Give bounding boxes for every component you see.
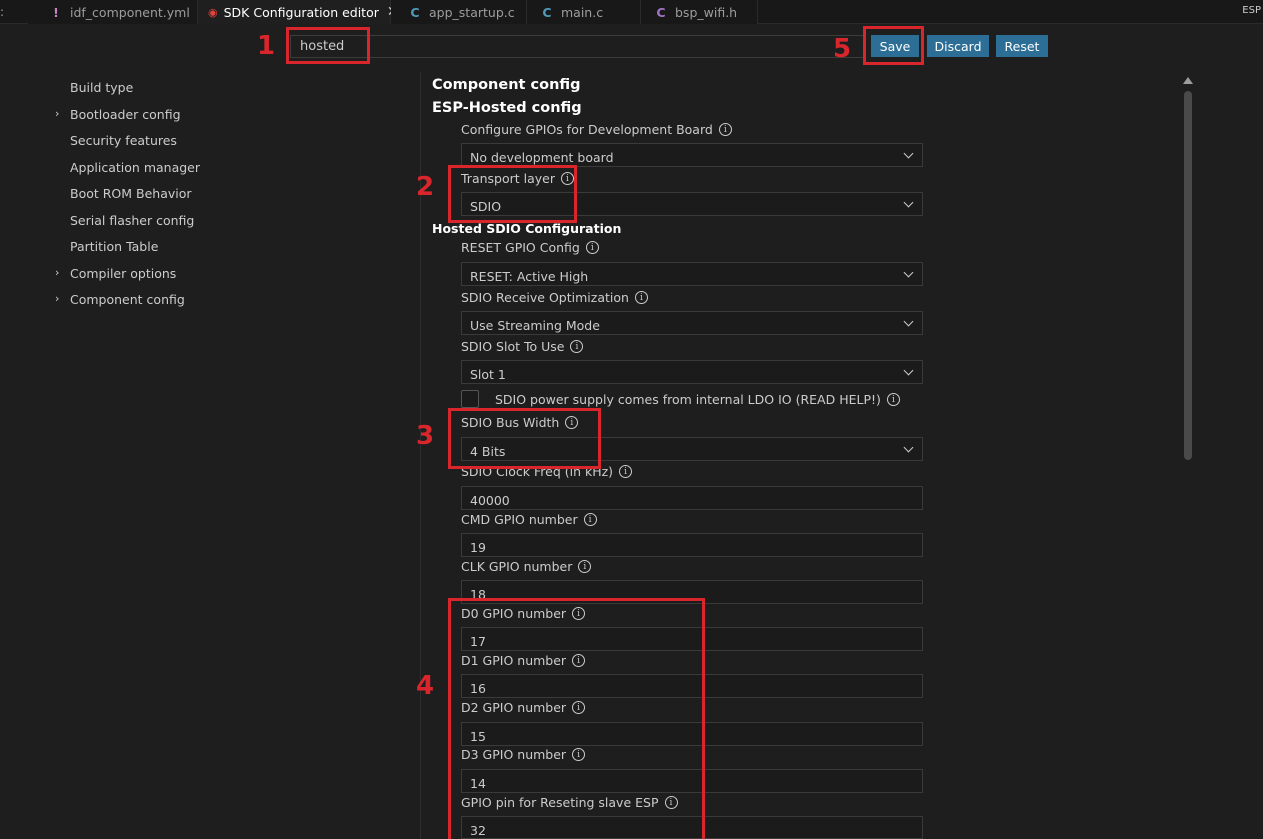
- tab-overflow-fragment: :: [0, 5, 5, 19]
- scrollbar-thumb[interactable]: [1184, 91, 1192, 460]
- subsection-heading: ESP-Hosted config: [432, 100, 582, 116]
- ldo-power-checkbox[interactable]: [461, 390, 479, 408]
- chevron-down-icon: [903, 197, 914, 208]
- select-value: Slot 1: [470, 367, 506, 382]
- sidebar-item-build-type[interactable]: Build type: [70, 80, 133, 95]
- clock-freq-input[interactable]: 40000: [461, 486, 923, 510]
- label-text: RESET GPIO Config: [461, 240, 580, 255]
- discard-button[interactable]: Discard: [927, 35, 989, 57]
- section-heading: Component config: [432, 77, 581, 93]
- info-icon[interactable]: i: [718, 123, 732, 136]
- label-text: CMD GPIO number: [461, 512, 578, 527]
- info-icon[interactable]: i: [619, 465, 633, 478]
- info-icon[interactable]: i: [634, 291, 648, 304]
- annotation-box-4: [448, 598, 705, 839]
- annotation-number-2: 2: [416, 172, 435, 202]
- annotation-box-3: [448, 408, 601, 469]
- tab-app-startup-c[interactable]: C app_startup.c: [391, 0, 527, 24]
- chevron-down-icon: [903, 267, 914, 278]
- sidebar-item-serial-flasher-config[interactable]: Serial flasher config: [70, 213, 194, 228]
- info-icon[interactable]: i: [570, 340, 584, 353]
- annotation-number-4: 4: [416, 671, 435, 701]
- tab-main-c[interactable]: C main.c: [527, 0, 641, 24]
- chevron-down-icon: [903, 148, 914, 159]
- c-file-icon: C: [410, 4, 420, 20]
- annotation-number-1: 1: [257, 31, 276, 61]
- tab-bsp-wifi-h[interactable]: C bsp_wifi.h: [641, 0, 758, 24]
- label-text: SDIO Receive Optimization: [461, 290, 629, 305]
- tab-label: SDK Configuration editor: [223, 4, 379, 20]
- annotation-box-5: [863, 26, 924, 65]
- search-input[interactable]: [290, 35, 864, 58]
- sidebar-item-security-features[interactable]: Security features: [70, 133, 177, 148]
- espressif-icon: ◉: [208, 5, 218, 19]
- sidebar-item-application-manager[interactable]: Application manager: [70, 160, 200, 175]
- editor-tab-bar: : ! idf_component.yml ◉ SDK Configuratio…: [0, 0, 1263, 24]
- chevron-down-icon: [903, 442, 914, 453]
- chevron-down-icon: [903, 365, 914, 376]
- sidebar-item-bootloader-config[interactable]: Bootloader config: [70, 107, 181, 122]
- label-text: Configure GPIOs for Development Board: [461, 122, 713, 137]
- annotation-box-1: [286, 27, 370, 64]
- scroll-up-arrow-icon[interactable]: [1183, 77, 1193, 84]
- setting-label-rx-opt: SDIO Receive Optimization i: [461, 290, 648, 305]
- tab-sdk-configuration-editor[interactable]: ◉ SDK Configuration editor ✕: [198, 0, 399, 24]
- annotation-number-5: 5: [833, 34, 852, 64]
- label-text: SDIO power supply comes from internal LD…: [495, 392, 881, 407]
- info-icon[interactable]: i: [583, 513, 597, 526]
- sidebar-item-partition-table[interactable]: Partition Table: [70, 239, 158, 254]
- sidebar-item-boot-rom-behavior[interactable]: Boot ROM Behavior: [70, 186, 192, 201]
- sidebar-item-component-config[interactable]: Component config: [70, 292, 185, 307]
- label-text: CLK GPIO number: [461, 559, 573, 574]
- reset-gpio-config-select[interactable]: RESET: Active High: [461, 262, 923, 286]
- info-icon[interactable]: i: [886, 393, 900, 406]
- info-icon[interactable]: i: [585, 241, 599, 254]
- setting-label-clk: CLK GPIO number i: [461, 559, 592, 574]
- tab-label: app_startup.c: [429, 4, 515, 20]
- cmd-gpio-input[interactable]: 19: [461, 533, 923, 557]
- setting-label-ldo: SDIO power supply comes from internal LD…: [495, 392, 900, 407]
- select-value: RESET: Active High: [470, 269, 589, 284]
- annotation-number-3: 3: [416, 421, 435, 451]
- yml-file-icon: !: [53, 4, 59, 20]
- setting-label-reset-cfg: RESET GPIO Config i: [461, 240, 599, 255]
- h-file-icon: C: [656, 4, 666, 20]
- tab-label: bsp_wifi.h: [675, 4, 738, 20]
- select-value: Use Streaming Mode: [470, 318, 600, 333]
- sdio-slot-select[interactable]: Slot 1: [461, 360, 923, 384]
- setting-label-dev-board: Configure GPIOs for Development Board i: [461, 122, 732, 137]
- reset-button[interactable]: Reset: [996, 35, 1048, 57]
- tab-label: idf_component.yml: [70, 4, 190, 20]
- chevron-right-icon[interactable]: ›: [55, 266, 59, 279]
- tab-label: main.c: [561, 4, 604, 20]
- tab-idf-component-yml[interactable]: ! idf_component.yml: [28, 0, 198, 24]
- label-text: SDIO Slot To Use: [461, 339, 565, 354]
- setting-label-cmd: CMD GPIO number i: [461, 512, 597, 527]
- chevron-right-icon[interactable]: ›: [55, 107, 59, 120]
- info-icon[interactable]: i: [578, 560, 592, 573]
- chevron-down-icon: [903, 316, 914, 327]
- annotation-box-2: [448, 165, 577, 223]
- select-value: No development board: [470, 150, 614, 165]
- sdio-config-heading: Hosted SDIO Configuration: [432, 221, 622, 236]
- setting-label-slot: SDIO Slot To Use i: [461, 339, 584, 354]
- tab-overflow-right: ESP: [1242, 5, 1261, 16]
- sidebar-item-compiler-options[interactable]: Compiler options: [70, 266, 176, 281]
- chevron-right-icon[interactable]: ›: [55, 292, 59, 305]
- rx-optimization-select[interactable]: Use Streaming Mode: [461, 311, 923, 335]
- c-file-icon: C: [542, 4, 552, 20]
- dev-board-select[interactable]: No development board: [461, 143, 923, 167]
